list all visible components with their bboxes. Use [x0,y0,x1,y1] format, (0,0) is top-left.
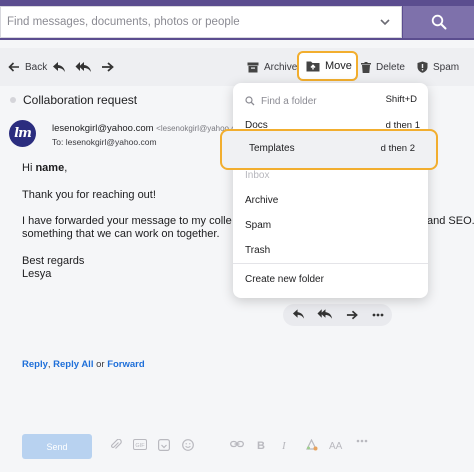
move-label: Move [325,60,352,72]
folder-search-placeholder: Find a folder [261,95,317,107]
folder-item-templates[interactable]: Templates d then 2 [220,129,438,170]
greeting-line: Hi name, [22,162,67,174]
greeting-prefix: Hi [22,162,36,174]
reply-all-icon [75,62,91,72]
unread-dot [10,97,16,103]
move-button[interactable]: Move [297,51,358,81]
move-folder-menu: Find a folder Shift+D Docs d then 1 Inbo… [233,83,428,298]
sticker-icon[interactable] [158,439,170,451]
svg-text:B: B [257,440,265,450]
more-options-icon[interactable] [356,439,368,443]
create-folder-label: Create new folder [245,274,324,285]
delete-label: Delete [376,61,405,73]
chevron-down-icon[interactable] [379,16,391,28]
folder-shortcut: d then 2 [380,143,415,154]
folder-label: Inbox [245,170,270,181]
folder-move-icon [306,61,320,72]
link-icon[interactable] [230,439,244,449]
folder-search-shortcut: Shift+D [385,94,417,105]
search-button[interactable] [403,6,474,38]
to-prefix: To: [52,137,64,147]
attachment-icon[interactable] [110,439,122,451]
folder-item-inbox: Inbox [245,170,420,190]
message-subject: Collaboration request [23,93,138,107]
delete-button[interactable]: Delete [361,48,405,86]
color-palette-icon[interactable] [305,439,318,451]
body-line-thanks: Thank you for reaching out! [22,189,156,201]
body-line-together: something that we can work on together. [22,228,220,240]
sender-name[interactable]: lesenokgirl@yahoo.com [52,123,154,134]
gif-icon[interactable]: GIF [133,439,147,450]
trash-icon [361,61,371,73]
inline-actions [283,304,392,326]
to-line: To: lesenokgirl@yahoo.com [52,137,157,147]
avatar-text: lm [14,126,32,141]
spam-label: Spam [433,61,460,73]
reply-link[interactable]: Reply [22,359,48,370]
folder-label: Trash [245,245,271,256]
folder-item-spam[interactable]: Spam [245,220,420,240]
message-toolbar: Back Archive Delete Spam [0,48,474,86]
arrow-right-icon [102,62,114,72]
arrow-left-icon [8,62,19,72]
reply-button[interactable] [52,48,66,86]
folder-label: Spam [245,220,272,231]
sender-avatar[interactable]: lm [9,120,36,147]
send-button[interactable]: Send [22,434,92,459]
reply-all-button[interactable] [75,48,92,86]
recipient-address[interactable]: lesenokgirl@yahoo.com [66,137,157,147]
spam-button[interactable]: Spam [417,48,459,86]
body-line-forward-end: and SEO. [427,215,474,227]
archive-icon [247,62,259,72]
greeting-suffix: , [64,162,68,174]
create-folder-button[interactable]: Create new folder [245,274,420,294]
greeting-name: name [35,162,65,174]
folder-label: Archive [245,195,279,206]
forward-button[interactable] [101,48,114,86]
top-header [0,0,474,40]
svg-text:AA: AA [329,441,343,450]
reply-icon[interactable] [292,308,305,320]
back-label: Back [25,61,48,73]
search-icon [431,14,446,30]
search-icon [245,96,255,106]
reply-all-link[interactable]: Reply All [53,359,93,370]
compose-toolbar: Send GIF B I AA [0,425,474,472]
italic-icon[interactable]: I [281,439,289,450]
or-label: or [96,359,105,370]
folder-item-archive[interactable]: Archive [245,195,420,215]
emoji-icon[interactable] [182,439,194,451]
forward-link[interactable]: Forward [107,359,144,370]
folder-label: Templates [249,143,295,154]
search-box[interactable] [0,6,402,38]
more-icon[interactable] [372,313,384,317]
back-button[interactable]: Back [8,48,47,86]
reply-separator: , [47,359,51,370]
signature: Lesya [22,268,52,280]
signoff: Best regards [22,255,85,267]
archive-label: Archive [264,61,298,73]
arrow-right-icon[interactable] [346,310,358,320]
svg-text:I: I [281,440,287,450]
menu-divider [233,263,428,264]
svg-text:GIF: GIF [135,443,145,449]
font-size-icon[interactable]: AA [329,439,344,450]
shield-icon [417,61,428,73]
reply-all-icon[interactable] [317,308,333,320]
reply-icon [53,62,65,72]
body-line-forward: I have forwarded your message to my coll… [22,215,232,227]
search-input[interactable] [1,7,361,37]
bold-icon[interactable]: B [257,439,266,450]
archive-button[interactable]: Archive [247,48,297,86]
folder-item-trash[interactable]: Trash [245,245,420,265]
reply-links: Reply, Reply All or Forward [22,359,145,370]
